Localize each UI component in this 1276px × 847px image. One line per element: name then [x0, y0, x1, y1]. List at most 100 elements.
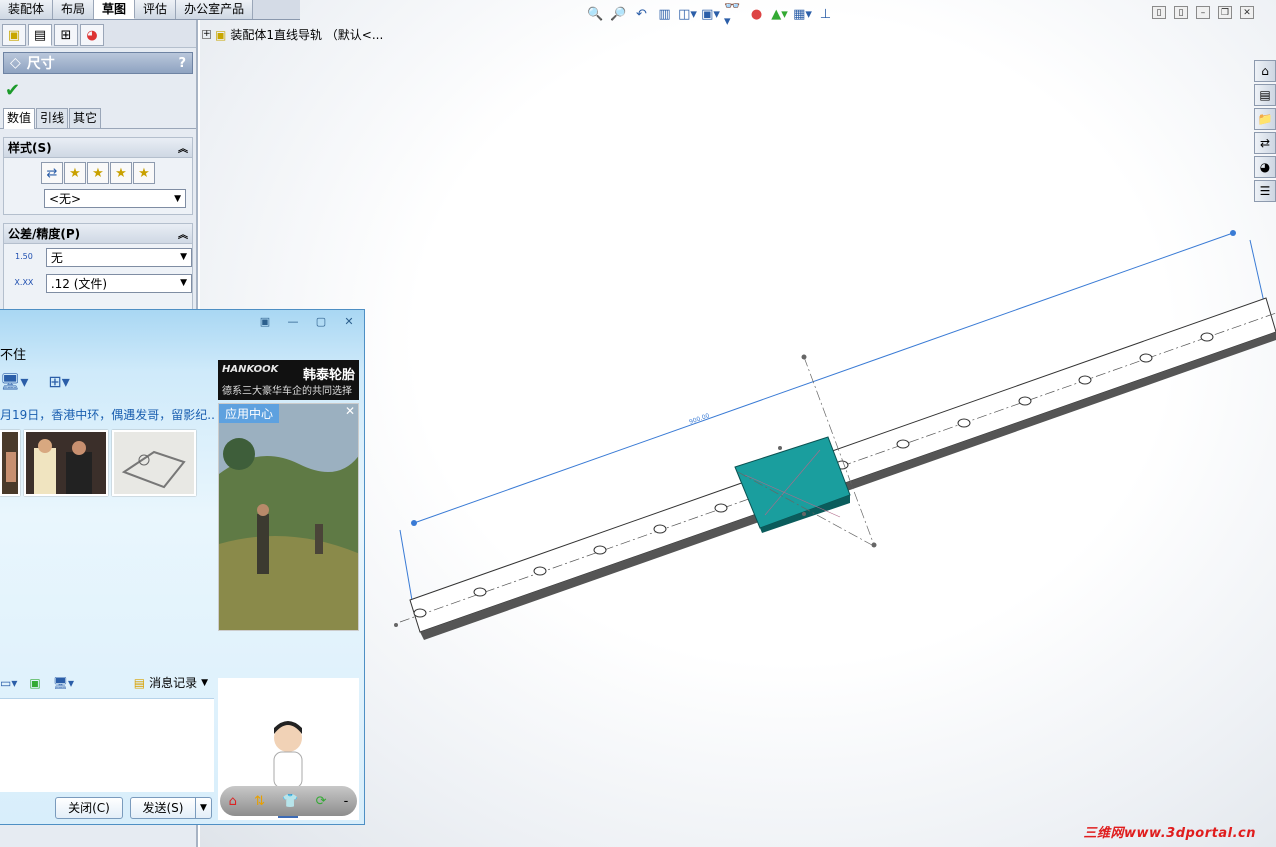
chat-menu-icon[interactable]: ▣ — [256, 314, 274, 328]
tolerance-type-icon: 1.50 — [15, 252, 33, 261]
zoom-to-area-icon[interactable]: 🔎 — [609, 5, 628, 24]
view-settings-icon[interactable]: ▦▾ — [793, 5, 812, 24]
add-style-icon[interactable]: ★ — [64, 162, 86, 184]
tab-assembly[interactable]: 装配体 — [0, 0, 54, 19]
screen-share-icon[interactable]: 🖥▾ — [53, 676, 74, 690]
delete-style-icon[interactable]: ★ — [87, 162, 109, 184]
qq-show-toolbar: ⌂ ⇅ 👕 ⟳ - — [220, 786, 357, 816]
pm-title: 尺寸 — [26, 56, 55, 72]
property-manager-icon[interactable]: ▤ — [28, 24, 52, 46]
file-transfer-icon[interactable]: ▣ — [29, 676, 40, 690]
style-select[interactable]: <无> ▼ — [44, 189, 186, 208]
close-icon[interactable]: ✕ — [1240, 6, 1254, 19]
expand-icon[interactable]: + — [202, 30, 211, 39]
collapse-icon[interactable]: ︽ — [178, 226, 188, 241]
restore-icon[interactable]: ❐ — [1218, 6, 1232, 19]
watermark: 三维网www.3dportal.cn — [1083, 826, 1256, 841]
chevron-down-icon: ▼ — [180, 278, 187, 288]
chat-close-icon[interactable]: ✕ — [340, 314, 358, 328]
view-toolbar: 🔍 🔎 ↶ ▥ ◫▾ ▣▾ 👓▾ ● ▲▾ ▦▾ ⊥ — [586, 0, 835, 29]
style-select-value: <无> — [49, 192, 82, 206]
appearances-icon[interactable]: ◕ — [1254, 156, 1276, 178]
tab-leaders[interactable]: 引线 — [36, 108, 69, 128]
chat-input-toolbar: ▭▾ ▣ 🖥▾ ▤ 消息记录 ▼ — [0, 674, 214, 691]
configuration-manager-icon[interactable]: ⊞ — [54, 24, 78, 46]
edit-appearance-icon[interactable]: ● — [747, 5, 766, 24]
assembly-icon: ▣ — [215, 27, 227, 42]
tab-layout[interactable]: 布局 — [53, 0, 95, 19]
load-style-icon[interactable]: ★ — [133, 162, 155, 184]
apps-grid-icon[interactable]: ⊞▾ — [48, 372, 69, 391]
hankook-ad-banner[interactable]: HANKOOK 韩泰轮胎 德系三大豪华车企的共同选择 — [218, 360, 359, 400]
collapse-icon[interactable]: ︽ — [178, 140, 188, 155]
apply-scene-icon[interactable]: ▲▾ — [770, 5, 789, 24]
file-explorer-icon[interactable]: 📁 — [1254, 108, 1276, 130]
refresh-icon[interactable]: ⟳ — [316, 794, 327, 809]
message-history-button[interactable]: ▤ 消息记录 ▼ — [134, 674, 214, 691]
triad-icon[interactable]: ⊥ — [816, 5, 835, 24]
tolerance-group-title[interactable]: 公差/精度(P) ︽ — [4, 224, 192, 244]
photo-strip — [0, 430, 196, 496]
ok-button[interactable]: ✔ — [5, 80, 196, 102]
dimension-value: 900.00 — [688, 412, 710, 426]
view-orientation-icon[interactable]: ◫▾ — [678, 5, 697, 24]
assembly-name: 装配体1直线导轨 （默认<... — [230, 28, 384, 42]
photo-thumbnail[interactable] — [0, 430, 20, 496]
tab-value[interactable]: 数值 — [3, 108, 36, 129]
more-icon[interactable]: - — [344, 794, 349, 809]
photo-thumbnail[interactable] — [112, 430, 196, 496]
send-label: 发送(S) — [142, 801, 184, 815]
swap-icon[interactable]: ⇅ — [254, 794, 265, 809]
precision-select[interactable]: .12 (文件) ▼ — [45, 273, 192, 293]
view-palette-icon[interactable]: ⇄ — [1254, 132, 1276, 154]
tile-horizontal-icon[interactable]: ▯ — [1152, 6, 1166, 19]
custom-properties-icon[interactable]: ☰ — [1254, 180, 1276, 202]
dimension-handle-right — [1230, 230, 1236, 236]
minimize-icon[interactable]: – — [1196, 6, 1210, 19]
app-center-close-icon[interactable]: ✕ — [345, 404, 355, 418]
tolerance-type-select[interactable]: 无 ▼ — [45, 247, 192, 267]
app-center-panel[interactable]: 应用中心 ✕ — [218, 403, 359, 631]
chat-window-controls: ▣ — ▢ ✕ — [256, 314, 358, 328]
home-icon[interactable]: ⌂ — [229, 794, 237, 809]
style-group-title[interactable]: 样式(S) ︽ — [4, 138, 192, 158]
send-button[interactable]: 发送(S) ▼ — [130, 797, 212, 819]
chat-minimize-icon[interactable]: — — [284, 314, 302, 328]
home-icon[interactable]: ⌂ — [1254, 60, 1276, 82]
tab-office-products[interactable]: 办公室产品 — [176, 0, 254, 19]
display-style-icon[interactable]: ▣▾ — [701, 5, 720, 24]
help-button[interactable]: ? — [178, 56, 186, 71]
app-center-label: 应用中心 — [219, 404, 280, 423]
precision-icon: X.XX — [14, 278, 34, 287]
apply-default-style-icon[interactable]: ⇄ — [41, 162, 63, 184]
tab-evaluate[interactable]: 评估 — [135, 0, 177, 19]
game-screenshot — [219, 404, 358, 630]
close-button[interactable]: 关闭(C) — [55, 797, 123, 819]
screenshot-icon[interactable]: ▭▾ — [0, 676, 17, 690]
video-call-icon[interactable]: 🖥▾ — [0, 372, 28, 391]
ad-slogan: 德系三大豪华车企的共同选择 — [222, 386, 352, 397]
design-library-icon[interactable]: ▤ — [1254, 84, 1276, 106]
chat-input-box[interactable] — [0, 698, 214, 792]
feature-tree-root[interactable]: + ▣ 装配体1直线导轨 （默认<... — [202, 26, 383, 43]
news-link[interactable]: 月19日，香港中环，偶遇发哥，留影纪... — [0, 406, 214, 423]
previous-view-icon[interactable]: ↶ — [632, 5, 651, 24]
section-view-icon[interactable]: ▥ — [655, 5, 674, 24]
chat-maximize-icon[interactable]: ▢ — [312, 314, 330, 328]
manager-tabs: ▣ ▤ ⊞ ◕ — [0, 20, 196, 48]
clothes-icon[interactable]: 👕 — [282, 794, 298, 809]
hide-show-items-icon[interactable]: 👓▾ — [724, 0, 743, 29]
zoom-to-fit-icon[interactable]: 🔍 — [586, 5, 605, 24]
tab-other[interactable]: 其它 — [69, 108, 102, 128]
tile-vertical-icon[interactable]: ▯ — [1174, 6, 1188, 19]
chevron-down-icon: ▼ — [180, 252, 187, 262]
style-buttons: ⇄ ★ ★ ★ ★ — [4, 158, 192, 184]
send-options-icon[interactable]: ▼ — [195, 798, 211, 818]
feature-manager-icon[interactable]: ▣ — [2, 24, 26, 46]
qq-show-avatar[interactable]: ⌂ ⇅ 👕 ⟳ - — [218, 678, 359, 820]
task-pane-tabs: ⌂ ▤ 📁 ⇄ ◕ ☰ — [1254, 60, 1276, 202]
display-manager-icon[interactable]: ◕ — [80, 24, 104, 46]
tab-sketch[interactable]: 草图 — [94, 0, 136, 19]
photo-thumbnail[interactable] — [24, 430, 108, 496]
save-style-icon[interactable]: ★ — [110, 162, 132, 184]
